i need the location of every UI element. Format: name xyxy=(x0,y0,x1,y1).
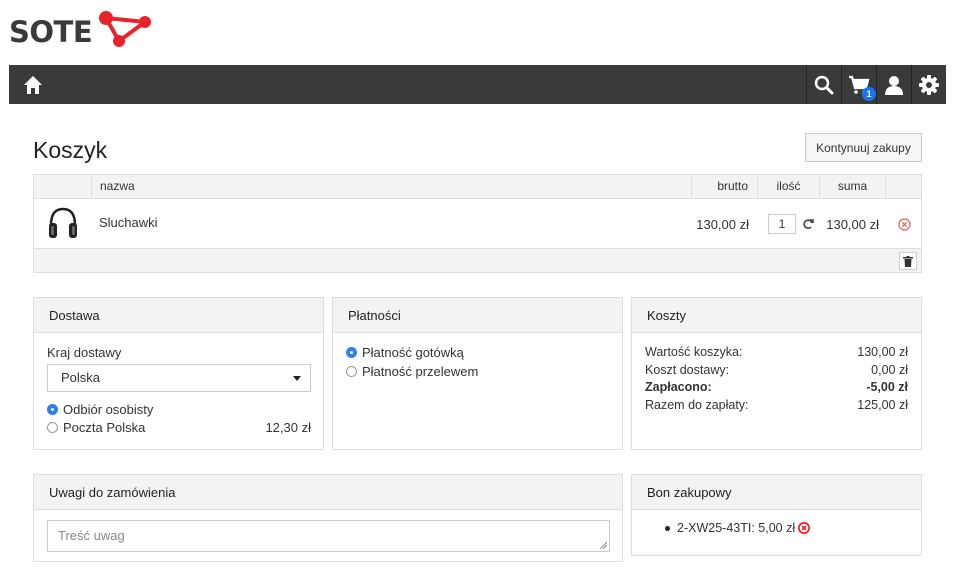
delivery-option-label: Poczta Polska xyxy=(63,420,146,435)
cart-icon[interactable]: 1 xyxy=(841,65,876,104)
order-notes-panel: Uwagi do zamówienia Treść uwag xyxy=(33,474,623,562)
payment-option-cash[interactable]: Płatność gotówką xyxy=(346,345,464,360)
radio-selected-icon[interactable] xyxy=(47,404,58,415)
cost-value: 125,00 zł xyxy=(857,398,908,412)
gear-icon[interactable] xyxy=(911,65,946,104)
cost-value: 130,00 zł xyxy=(857,345,908,359)
continue-shopping-button[interactable]: Kontynuuj zakupy xyxy=(805,133,922,162)
home-icon[interactable] xyxy=(22,74,44,96)
main-navbar: 1 xyxy=(9,65,946,104)
voucher-item: 2-XW25-43TI: 5,00 zł xyxy=(665,521,811,535)
table-row: Sluchawki 130,00 zł 1 130,00 zł xyxy=(34,199,921,248)
product-gross-price: 130,00 zł xyxy=(696,217,749,232)
delivery-title: Dostawa xyxy=(34,298,323,333)
bullet-icon xyxy=(665,525,670,531)
payment-panel: Płatności Płatność gotówką Płatność prze… xyxy=(332,297,623,450)
cost-row-paid: Zapłacono: -5,00 zł xyxy=(645,380,908,394)
country-select[interactable]: Polska xyxy=(47,364,311,392)
delivery-option-pickup[interactable]: Odbiór osobisty xyxy=(47,402,153,417)
column-gross: brutto xyxy=(691,175,757,198)
cost-row-delivery: Koszt dostawy: 0,00 zł xyxy=(645,363,908,377)
cost-row-cart-value: Wartość koszyka: 130,00 zł xyxy=(645,345,908,359)
product-sum: 130,00 zł xyxy=(826,217,879,232)
refresh-icon[interactable] xyxy=(802,218,814,230)
page-title: Koszyk xyxy=(33,137,108,163)
costs-title: Koszty xyxy=(632,298,921,333)
radio-icon[interactable] xyxy=(47,422,58,433)
payment-option-label: Płatność gotówką xyxy=(362,345,464,360)
delivery-panel: Dostawa Kraj dostawy Polska Odbiór osobi… xyxy=(33,297,324,450)
trash-icon[interactable] xyxy=(899,252,917,270)
cost-value: -5,00 zł xyxy=(866,380,908,394)
cart-table-header: nazwa brutto ilość suma xyxy=(34,175,921,199)
site-logo[interactable]: SOTE xyxy=(9,8,169,52)
search-icon[interactable] xyxy=(806,65,841,104)
cost-label: Zapłacono: xyxy=(645,380,712,394)
logo-text: SOTE xyxy=(9,15,93,49)
payment-title: Płatności xyxy=(333,298,622,333)
cart-count-badge: 1 xyxy=(862,87,876,101)
cost-label: Koszt dostawy: xyxy=(645,363,730,377)
column-name: nazwa xyxy=(91,175,691,198)
payment-option-label: Płatność przelewem xyxy=(362,364,479,379)
voucher-title: Bon zakupowy xyxy=(632,475,921,510)
logo-mark-icon xyxy=(99,11,151,47)
costs-panel: Koszty Wartość koszyka: 130,00 zł Koszt … xyxy=(631,297,922,450)
country-label: Kraj dostawy xyxy=(47,345,122,360)
payment-option-transfer[interactable]: Płatność przelewem xyxy=(346,364,478,379)
remove-voucher-icon[interactable] xyxy=(798,522,811,534)
country-select-value: Polska xyxy=(61,370,101,385)
cost-row-total: Razem do zapłaty: 125,00 zł xyxy=(645,398,908,412)
delivery-option-label: Odbiór osobisty xyxy=(63,402,154,417)
resize-handle-icon[interactable] xyxy=(599,541,607,549)
delivery-option-post[interactable]: Poczta Polska 12,30 zł xyxy=(47,420,311,435)
column-qty: ilość xyxy=(757,175,819,198)
radio-icon[interactable] xyxy=(346,366,357,377)
headphones-icon[interactable] xyxy=(47,205,79,241)
chevron-down-icon xyxy=(293,376,301,381)
product-name-link[interactable]: Sluchawki xyxy=(99,215,158,230)
voucher-panel: Bon zakupowy 2-XW25-43TI: 5,00 zł xyxy=(631,474,922,556)
user-icon[interactable] xyxy=(876,65,911,104)
cost-value: 0,00 zł xyxy=(871,363,908,377)
notes-placeholder: Treść uwag xyxy=(58,528,125,543)
cost-label: Razem do zapłaty: xyxy=(645,398,749,412)
order-notes-textarea[interactable]: Treść uwag xyxy=(47,520,610,552)
cart-table-footer xyxy=(34,248,921,272)
column-sum: suma xyxy=(819,175,885,198)
quantity-input[interactable]: 1 xyxy=(768,214,796,234)
delivery-option-price: 12,30 zł xyxy=(265,420,311,435)
cart-table: nazwa brutto ilość suma Sluchawki 130,00… xyxy=(33,174,922,273)
remove-item-icon[interactable] xyxy=(898,218,911,231)
notes-title: Uwagi do zamówienia xyxy=(34,475,622,510)
radio-selected-icon[interactable] xyxy=(346,347,357,358)
cost-label: Wartość koszyka: xyxy=(645,345,743,359)
voucher-code: 2-XW25-43TI: 5,00 zł xyxy=(677,521,796,535)
